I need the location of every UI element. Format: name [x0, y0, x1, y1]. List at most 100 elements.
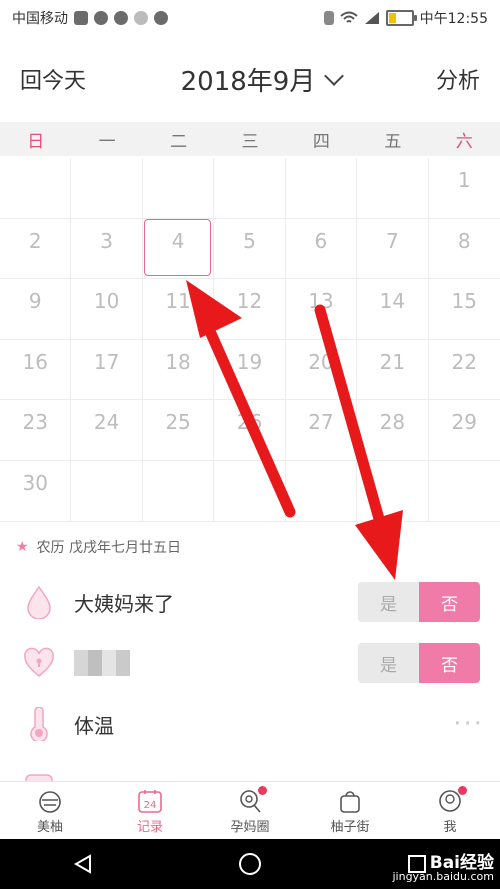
day-number: 12 — [236, 289, 263, 314]
drop-icon — [22, 585, 56, 619]
calendar-day-cell[interactable]: 17 — [71, 339, 143, 401]
calendar-grid: 1 2 3 4 5 6 7 8 9 10 11 12 13 14 15 16 17 18 19 20 21 22 23 24 2… — [0, 158, 500, 522]
weekday-label: 二 — [170, 131, 188, 152]
tab-label: 孕妈圈 — [230, 819, 270, 835]
heart-lock-icon — [22, 646, 56, 680]
no-option[interactable]: 否 — [419, 643, 480, 683]
tab-label: 柚子街 — [330, 819, 370, 835]
calendar-icon-day: 24 — [144, 800, 157, 811]
home-icon[interactable] — [238, 852, 262, 876]
calendar-day-cell[interactable]: 28 — [357, 400, 429, 461]
tab-record[interactable]: 24 记录 — [100, 782, 200, 840]
back-icon[interactable] — [72, 853, 94, 875]
calendar-day-cell[interactable]: 22 — [428, 340, 500, 401]
love-toggle[interactable]: 是 否 — [358, 643, 480, 683]
calendar-day-cell[interactable]: 24 — [71, 400, 143, 461]
lunar-date-label: 农历 戊戌年七月廿五日 — [36, 540, 182, 556]
calendar-day-cell[interactable]: 21 — [357, 339, 429, 401]
blurred-label — [74, 650, 130, 676]
calendar-day-cell[interactable]: 29 — [428, 400, 500, 461]
calendar-day-cell[interactable]: 26 — [214, 400, 286, 461]
calendar-day-cell[interactable]: 16 — [0, 339, 72, 401]
notification-app-icon — [74, 11, 88, 25]
star-icon: ★ — [16, 539, 29, 555]
calendar-day-cell[interactable]: 14 — [357, 279, 429, 340]
notification-app-icon — [134, 11, 148, 25]
carrier-label: 中国移动 — [12, 11, 68, 27]
watermark-url: jingyan.baidu.com — [392, 870, 494, 883]
notification-app-icon — [94, 11, 108, 25]
day-number: 14 — [379, 289, 406, 314]
day-number: 1 — [457, 168, 471, 192]
temperature-label: 体温 — [74, 713, 114, 738]
calendar-empty-cell — [0, 158, 72, 219]
calendar-day-cell[interactable]: 19 — [214, 339, 286, 401]
yes-option[interactable]: 是 — [358, 643, 419, 683]
back-to-today-button[interactable]: 回今天 — [20, 63, 86, 95]
calendar-day-cell[interactable]: 9 — [0, 279, 72, 340]
month-selector[interactable]: 2018年9月 — [181, 61, 345, 98]
day-number: 27 — [308, 410, 334, 435]
calendar-day-cell[interactable]: 6 — [285, 218, 358, 280]
calendar-day-cell[interactable]: 15 — [428, 279, 500, 340]
temperature-record-row[interactable]: 体温 ··· — [0, 694, 500, 754]
tab-me[interactable]: 我 — [400, 782, 500, 840]
day-number: 11 — [165, 289, 191, 314]
day-number: 6 — [314, 228, 328, 253]
weight-record-row[interactable] — [0, 755, 500, 781]
day-number: 7 — [385, 228, 399, 253]
day-number: 15 — [451, 289, 477, 314]
calendar-day-cell[interactable]: 13 — [285, 279, 358, 340]
more-icon[interactable]: ··· — [453, 709, 484, 739]
tab-youzi-street[interactable]: 柚子街 — [300, 782, 400, 840]
yes-option[interactable]: 是 — [358, 582, 419, 622]
day-number: 19 — [236, 349, 263, 374]
calendar-empty-cell — [71, 460, 143, 522]
calendar-day-cell[interactable]: 27 — [285, 400, 358, 461]
calendar-day-cell[interactable]: 1 — [428, 158, 500, 219]
calendar-day-cell[interactable]: 25 — [142, 400, 215, 461]
calendar-day-cell[interactable]: 23 — [0, 400, 72, 461]
period-toggle[interactable]: 是 否 — [358, 582, 480, 622]
watermark: Bai经验 jingyan.baidu.com — [392, 855, 494, 883]
love-record-row: 是 否 — [0, 633, 500, 693]
calendar-day-cell[interactable]: 2 — [0, 218, 72, 280]
calendar-day-cell[interactable]: 8 — [428, 219, 500, 280]
calendar-day-cell[interactable]: 3 — [71, 218, 143, 280]
me-tab-icon-wrap — [437, 785, 467, 814]
lunar-date-row: ★ 农历 戊戌年七月廿五日 — [0, 532, 500, 562]
weekday-label: 日 — [27, 131, 45, 152]
tab-pregnancy-circle[interactable]: 孕妈圈 — [200, 782, 300, 840]
calendar-empty-cell — [142, 158, 215, 219]
calendar-empty-cell — [428, 461, 500, 522]
day-number: 10 — [93, 289, 120, 314]
selected-day-highlight — [143, 218, 211, 276]
calendar-day-cell[interactable]: 10 — [71, 279, 143, 340]
calendar-day-cell[interactable]: 20 — [285, 339, 358, 401]
no-option[interactable]: 否 — [419, 582, 480, 622]
calendar-day-cell[interactable]: 12 — [214, 279, 286, 340]
day-number: 29 — [451, 410, 477, 435]
period-record-row: 大姨妈来了 是 否 — [0, 572, 500, 632]
tab-meiyou[interactable]: 美柚 — [0, 782, 100, 840]
calendar-day-cell[interactable]: 5 — [214, 218, 286, 280]
tab-label: 美柚 — [36, 819, 63, 835]
calendar-day-cell[interactable]: 18 — [142, 339, 215, 401]
calendar-icon: 24 — [138, 789, 162, 813]
weekday-label: 三 — [241, 131, 259, 152]
circle-tab-icon-wrap — [237, 785, 267, 814]
weekday-label: 一 — [98, 131, 116, 152]
calendar-day-cell[interactable]: 11 — [142, 279, 215, 340]
calendar-empty-cell — [357, 158, 429, 219]
battery-icon — [385, 10, 417, 26]
status-bar: 中国移动 中午12:55 — [0, 0, 500, 36]
notification-dot — [458, 785, 467, 795]
day-number: 28 — [379, 410, 406, 435]
calendar-day-cell[interactable]: 30 — [0, 460, 72, 522]
notification-dot — [258, 785, 267, 795]
analysis-button[interactable]: 分析 — [436, 63, 480, 95]
weekday-label: 六 — [455, 131, 473, 152]
calendar-day-cell[interactable]: 7 — [357, 218, 429, 280]
calendar-day-cell[interactable]: 4 — [142, 218, 215, 280]
day-number: 8 — [457, 228, 471, 253]
